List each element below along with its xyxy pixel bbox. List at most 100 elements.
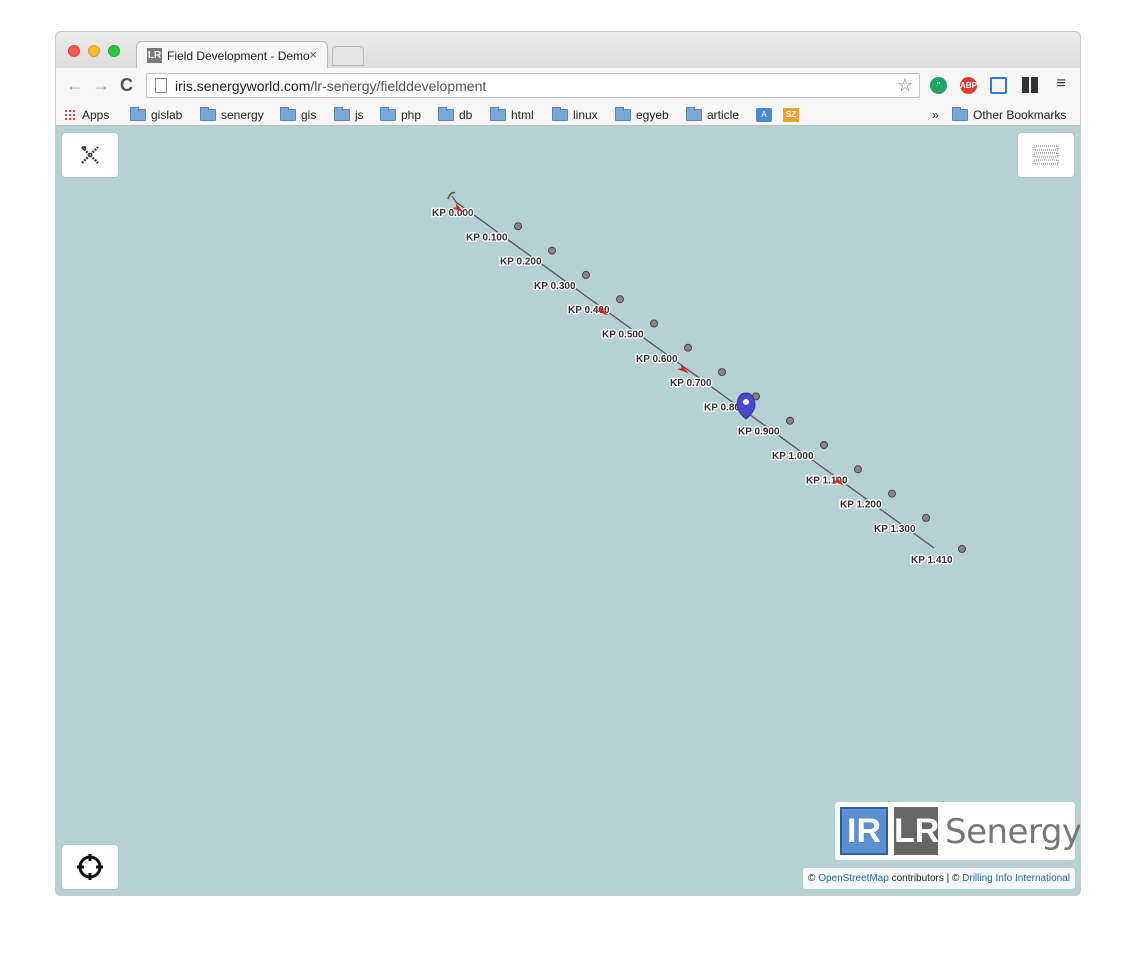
- folder-icon: [615, 107, 631, 121]
- address-bar[interactable]: iris.senergyworld.com/lr-senergy/fieldde…: [146, 73, 920, 98]
- kp-label: KP 1.000: [772, 451, 814, 462]
- kp-label: KP 0.600: [636, 354, 678, 365]
- browser-window: LR Field Development - Demo × ← → C iris…: [56, 32, 1080, 895]
- bookmark-label: php: [401, 108, 422, 122]
- url-text[interactable]: iris.senergyworld.com/lr-senergy/fieldde…: [175, 78, 486, 94]
- bookmark-label: linux: [573, 108, 598, 122]
- forward-button[interactable]: →: [92, 76, 110, 94]
- kp-station-point[interactable]: [958, 545, 966, 553]
- bookmark-folder[interactable]: gis: [280, 107, 316, 122]
- hangouts-icon[interactable]: ”: [930, 77, 947, 94]
- kp-label: KP 1.300: [874, 524, 916, 535]
- ir-logo-mark: IR: [840, 807, 888, 855]
- folder-icon: [200, 107, 216, 121]
- translate-icon: A: [756, 108, 772, 122]
- kp-label: KP 0.700: [670, 378, 712, 389]
- bookmark-sz[interactable]: SZ: [783, 108, 799, 122]
- kp-station-point[interactable]: [548, 246, 556, 255]
- bookmarks-bar: Apps gislab senergy gis js php db html l…: [56, 104, 1080, 126]
- tab-title: Field Development - Demo: [167, 49, 310, 63]
- attribution-text: contributors | ©: [891, 873, 960, 884]
- minimize-window-button[interactable]: [88, 45, 100, 57]
- lr-logo-mark: LR: [894, 807, 939, 855]
- bookmark-label: js: [355, 108, 364, 122]
- bookmark-folder[interactable]: egyeb: [615, 107, 669, 122]
- other-bookmarks[interactable]: Other Bookmarks: [952, 107, 1067, 122]
- url-path: /lr-senergy/fielddevelopment: [310, 78, 487, 94]
- kp-station-point[interactable]: [820, 441, 828, 449]
- cast-icon[interactable]: [990, 77, 1007, 94]
- map-view[interactable]: KP 0.000 KP 0.100 KP 0.200 KP 0.300 KP 0.400…: [56, 127, 1080, 895]
- bookmark-label: article: [707, 108, 740, 122]
- bookmark-label: Apps: [82, 108, 110, 122]
- crosshair-icon: [77, 854, 103, 880]
- locate-button[interactable]: [62, 845, 118, 889]
- bookmark-label: gislab: [151, 108, 183, 122]
- map-attribution: © OpenStreetMap contributors | © Drillin…: [803, 868, 1075, 889]
- kp-label: KP 0.200: [500, 257, 542, 268]
- folder-icon: [490, 107, 506, 121]
- new-tab-button[interactable]: [332, 46, 364, 66]
- kp-station-point[interactable]: [650, 319, 658, 328]
- folder-icon: [438, 107, 454, 121]
- kp-station-point[interactable]: [684, 343, 692, 352]
- pipeline-layer: KP 0.000KP 0.100KP 0.200KP 0.300KP 0.400…: [431, 191, 966, 567]
- drilling-info-link[interactable]: Drilling Info International: [962, 873, 1070, 884]
- bookmark-label: Other Bookmarks: [973, 108, 1067, 122]
- bookmark-folder[interactable]: senergy: [200, 107, 264, 122]
- folder-icon: [334, 107, 350, 121]
- kp-label: KP 1.410: [911, 555, 953, 566]
- kp-label: KP 0.500: [602, 330, 644, 341]
- kp-label: KP 0.900: [738, 427, 780, 438]
- kp-station-point[interactable]: [786, 416, 794, 425]
- bookmark-folder[interactable]: db: [438, 107, 473, 122]
- bookmark-folder[interactable]: gislab: [130, 107, 183, 122]
- close-window-button[interactable]: [68, 45, 80, 57]
- back-button[interactable]: ←: [66, 76, 84, 94]
- reload-button[interactable]: C: [120, 76, 133, 94]
- folder-icon: [380, 107, 396, 121]
- url-host: iris.senergyworld.com: [175, 78, 311, 94]
- folder-icon: [130, 107, 146, 121]
- bookmark-label: db: [459, 108, 473, 122]
- pipeline-line: [451, 195, 935, 549]
- senergy-logo: IR LR Senergy: [835, 802, 1080, 860]
- chrome-menu-icon[interactable]: ≡: [1054, 76, 1068, 92]
- bookmark-folder[interactable]: article: [686, 107, 740, 122]
- tab-close-icon[interactable]: ×: [309, 47, 317, 62]
- bookmark-translate[interactable]: A: [756, 108, 776, 122]
- bookmarks-overflow-button[interactable]: »: [932, 108, 939, 122]
- bookmark-apps[interactable]: Apps: [64, 108, 109, 122]
- browser-toolbar: ← → C iris.senergyworld.com/lr-senergy/f…: [56, 68, 1080, 104]
- lr-favicon-icon: LR: [147, 48, 162, 63]
- marker-dot: [743, 399, 749, 405]
- copyright-symbol: ©: [808, 873, 816, 884]
- layers-button[interactable]: [1018, 133, 1074, 177]
- folder-icon: [552, 107, 568, 121]
- kp-station-point[interactable]: [718, 368, 726, 377]
- kp-station-point[interactable]: [616, 295, 624, 304]
- kp-station-point[interactable]: [854, 465, 862, 474]
- reader-icon[interactable]: [1022, 77, 1038, 93]
- title-bar: LR Field Development - Demo ×: [56, 32, 1080, 69]
- marker-pin: [736, 392, 756, 420]
- bookmark-star-icon[interactable]: ☆: [897, 75, 913, 96]
- adblock-icon[interactable]: ABP: [960, 77, 977, 94]
- kp-station-point[interactable]: [922, 513, 930, 522]
- kp-label: KP 1.100: [806, 475, 848, 486]
- folder-icon: [952, 107, 968, 121]
- tools-button[interactable]: [62, 133, 118, 177]
- kp-label: KP 0.300: [534, 281, 576, 292]
- bookmark-folder[interactable]: php: [380, 107, 422, 122]
- kp-label: KP 0.000: [432, 208, 474, 219]
- maximize-window-button[interactable]: [108, 45, 120, 57]
- bookmark-folder[interactable]: js: [334, 107, 364, 122]
- bookmark-folder[interactable]: linux: [552, 107, 598, 122]
- bookmark-label: html: [511, 108, 534, 122]
- osm-link[interactable]: OpenStreetMap: [818, 873, 889, 884]
- tab-field-development[interactable]: LR Field Development - Demo ×: [136, 41, 328, 69]
- bookmark-folder[interactable]: html: [490, 107, 534, 122]
- kp-station-point[interactable]: [888, 489, 896, 498]
- kp-station-point[interactable]: [514, 222, 522, 231]
- kp-station-point[interactable]: [582, 270, 590, 279]
